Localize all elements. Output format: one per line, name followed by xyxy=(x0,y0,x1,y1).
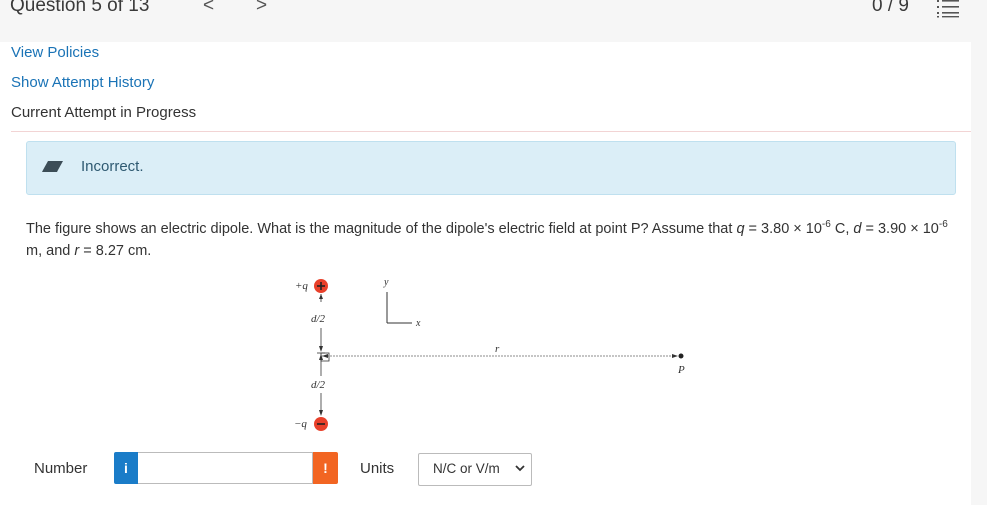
dipole-figure: +q d/2 d/2 −q r P y x xyxy=(294,277,685,431)
minus-charge-label: −q xyxy=(294,418,307,430)
next-question-button[interactable]: > xyxy=(256,0,267,17)
axis-x-label: x xyxy=(415,318,421,329)
units-select[interactable]: N/C or V/m xyxy=(418,453,532,486)
list-icon[interactable] xyxy=(937,0,959,18)
number-input[interactable] xyxy=(138,452,313,484)
section-divider xyxy=(11,131,971,132)
distance-r-label: r xyxy=(495,343,500,355)
current-attempt-heading: Current Attempt in Progress xyxy=(11,104,197,121)
question-panel: View Policies Show Attempt History Curre… xyxy=(0,42,971,505)
plus-charge-label: +q xyxy=(295,280,308,292)
point-p-label: P xyxy=(677,364,685,376)
warning-indicator: ! xyxy=(313,452,338,484)
info-button[interactable]: i xyxy=(114,452,138,484)
point-p xyxy=(678,353,684,359)
eraser-icon xyxy=(42,161,63,172)
previous-question-button[interactable]: < xyxy=(203,0,214,17)
units-label: Units xyxy=(360,460,395,477)
answer-row: Number i ! Units N/C or V/m xyxy=(0,452,971,488)
question-text: The figure shows an electric dipole. Wha… xyxy=(26,219,948,259)
half-d-bottom-label: d/2 xyxy=(311,379,326,391)
view-policies-link[interactable]: View Policies xyxy=(11,44,99,61)
units-selected-value: N/C or V/m xyxy=(433,461,500,476)
chevron-down-icon xyxy=(515,465,525,472)
alert-message: Incorrect. xyxy=(81,158,144,175)
question-counter: Question 5 of 13 xyxy=(10,0,150,16)
number-label: Number xyxy=(34,460,88,477)
incorrect-alert: Incorrect. xyxy=(26,141,956,195)
score-display: 0 / 9 xyxy=(872,0,909,16)
axis-y-label: y xyxy=(383,277,389,288)
show-attempt-history-link[interactable]: Show Attempt History xyxy=(11,74,154,91)
half-d-top-label: d/2 xyxy=(311,313,326,325)
top-bar: Question 5 of 13 < > 0 / 9 xyxy=(0,0,987,42)
